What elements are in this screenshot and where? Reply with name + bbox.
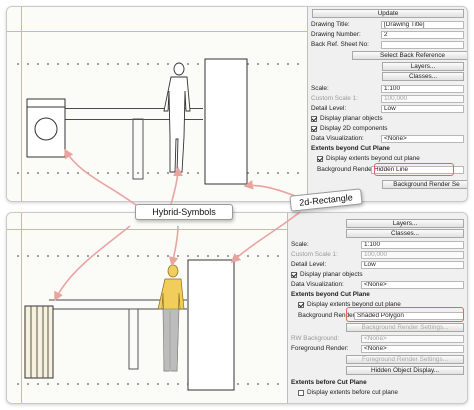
data-visualization-select[interactable]: <None> [381,134,464,143]
background-render-settings-button: Background Render Settings... [346,323,464,332]
foreground-render-settings-button: Foreground Render Settings... [346,355,464,364]
rw-background-label: RW Background: [291,335,340,342]
scale-label: Scale: [311,85,329,92]
check-icon[interactable] [311,125,317,132]
appliance-symbol [26,58,248,185]
person-symbol [163,62,191,173]
highlight-box [346,307,464,322]
display-extents-before-label: Display extents before cut plane [307,389,398,396]
object-info-palette-top: Update Drawing Title: [Drawing Title] Dra… [307,7,467,201]
shaded-drawing [24,259,235,391]
drawing-canvas-top[interactable] [7,7,309,201]
rw-background-select: <None> [361,334,464,343]
check-icon[interactable] [291,271,297,278]
data-visualization-select[interactable]: <None> [361,280,464,289]
check-icon[interactable] [298,301,304,308]
scale-field[interactable]: 1:100 [361,240,464,249]
update-button[interactable]: Update [312,9,464,18]
display-extents-beyond-label: Display extents beyond cut plane [326,155,420,162]
back-ref-field[interactable] [381,40,464,49]
detail-level-select[interactable]: Low [361,260,464,269]
background-render-label: Background Render: [317,166,371,173]
detail-level-label: Detail Level: [291,261,327,268]
display-2d-components-label: Display 2D components [320,125,388,132]
classes-button[interactable]: Classes... [346,229,464,238]
display-planar-objects-label: Display planar objects [320,115,383,122]
scale-label: Scale: [291,241,309,248]
layers-button[interactable]: Layers... [346,219,464,228]
scale-field[interactable]: 1:100 [381,84,464,93]
data-visualization-label: Data Visualization: [311,135,364,142]
foreground-render-label: Foreground Render: [291,345,349,352]
check-icon[interactable] [298,389,304,396]
custom-scale-label: Custom Scale 1: [311,95,358,102]
detail-level-select[interactable]: Low [381,104,464,113]
layers-button[interactable]: Layers... [382,62,464,71]
bottom-screenshot: Layers... Classes... Scale: 1:100 Custom … [6,212,468,404]
data-visualization-label: Data Visualization: [291,281,344,288]
detail-level-label: Detail Level: [311,105,347,112]
highlight-box [374,163,454,176]
drawing-number-field[interactable]: 2 [381,30,464,39]
top-screenshot: Update Drawing Title: [Drawing Title] Dra… [6,6,468,202]
select-back-reference-button[interactable]: Select Back Reference [352,51,467,60]
person-symbol-shaded [157,264,185,372]
background-render-settings-button[interactable]: Background Render Se [382,180,467,189]
display-planar-objects-label: Display planar objects [300,271,363,278]
custom-scale-field: 100,000 [381,94,464,103]
object-info-palette-bottom: Layers... Classes... Scale: 1:100 Custom … [287,213,467,403]
hybrid-symbols-callout: Hybrid-Symbols [135,204,233,220]
extents-beyond-header: Extents beyond Cut Plane [291,291,370,298]
check-icon[interactable] [311,115,317,122]
drawing-number-label: Drawing Number: [311,31,361,38]
rectangle-2d [187,259,235,391]
hidden-object-display-button[interactable]: Hidden Object Display... [346,366,464,375]
check-icon[interactable] [317,155,323,162]
cabinet-symbol [24,305,54,379]
drawing-title-label: Drawing Title: [311,21,350,28]
foreground-render-select[interactable]: <None> [361,344,464,353]
classes-button[interactable]: Classes... [382,72,464,81]
custom-scale-field: 100,000 [361,250,464,259]
extents-beyond-header: Extents beyond Cut Plane [311,145,390,152]
back-ref-label: Back Ref. Sheet No: [311,41,369,48]
extents-before-header: Extents before Cut Plane [291,379,367,386]
drawing-title-field[interactable]: [Drawing Title] [381,20,464,29]
rectangle-2d [204,58,248,185]
drawing-canvas-bottom[interactable] [7,213,289,403]
custom-scale-label: Custom Scale 1: [291,251,338,258]
